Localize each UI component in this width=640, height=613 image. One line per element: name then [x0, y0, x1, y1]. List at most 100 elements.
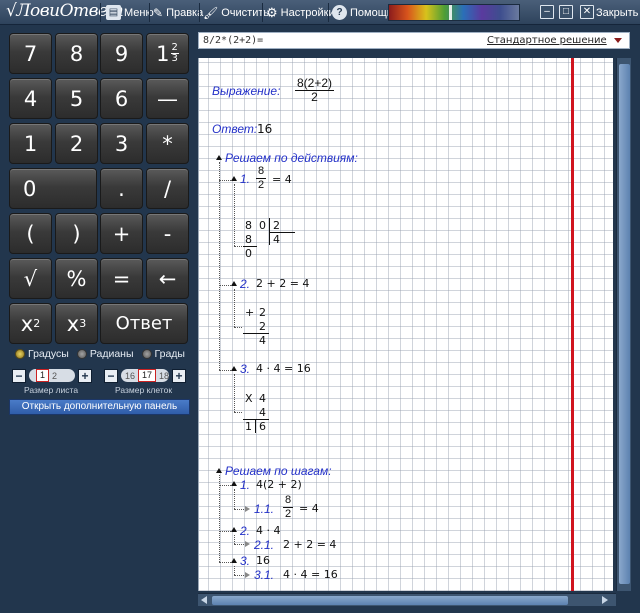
expression-input[interactable]: 8/2*(2+2)= [203, 35, 263, 46]
cell-size-label: Размер клеток [115, 385, 173, 395]
step-3-expression: 16 [256, 554, 270, 567]
collapse-icon[interactable] [231, 527, 237, 532]
multiplication-result-1: 1 [245, 420, 252, 433]
radio-grads[interactable]: Грады [141, 348, 185, 360]
key-7[interactable]: 7 [9, 33, 52, 74]
key-square[interactable]: x2 [9, 303, 52, 344]
chevron-down-icon[interactable] [614, 38, 622, 43]
step-3-1-expression: 4 · 4 = 16 [283, 568, 338, 581]
color-spectrum-bar[interactable] [388, 4, 520, 21]
key-2[interactable]: 2 [55, 123, 98, 164]
key-minus[interactable]: - [146, 213, 189, 254]
key-open-paren[interactable]: ( [9, 213, 52, 254]
horizontal-scrollbar[interactable] [198, 593, 616, 606]
spectrum-marker[interactable] [449, 5, 452, 20]
collapse-icon[interactable] [231, 176, 237, 181]
answer-button[interactable]: Ответ [100, 303, 188, 344]
edit-button[interactable]: ✎ Правка [153, 4, 203, 21]
scroll-right-icon[interactable] [602, 596, 608, 604]
minimize-icon[interactable]: – [540, 5, 554, 19]
settings-button[interactable]: ⚙ Настройки [266, 4, 335, 21]
scroll-left-icon[interactable] [201, 596, 207, 604]
addition-sum: 4 [259, 334, 266, 347]
step-3-number: 3. [240, 554, 251, 568]
open-extra-panel-button[interactable]: Открыть дополнительную панель [9, 399, 190, 415]
key-1[interactable]: 1 [9, 123, 52, 164]
expand-icon[interactable] [245, 506, 250, 512]
collapse-icon[interactable] [231, 558, 237, 563]
radio-degrees[interactable]: Градусы [15, 348, 69, 360]
key-6[interactable]: 6 [100, 78, 143, 119]
key-dot[interactable]: . [100, 168, 143, 209]
tree-line [234, 544, 244, 545]
cell-size-track[interactable]: 16 17 18 [121, 369, 169, 382]
tree-line [219, 475, 220, 562]
help-button[interactable]: ? Помощь [332, 4, 393, 21]
cell-size-decrease[interactable]: − [104, 368, 118, 383]
sheet-size-decrease[interactable]: − [12, 368, 26, 383]
addition-a: 2 [259, 306, 266, 319]
menu-button[interactable]: ▤ Меню [106, 4, 154, 21]
key-close-paren[interactable]: ) [55, 213, 98, 254]
clear-button[interactable]: 🖌 Очистить [203, 4, 269, 21]
action-1-fraction: 82 [256, 165, 267, 191]
key-percent[interactable]: % [55, 258, 98, 299]
tree-line [234, 327, 242, 328]
tree-line [234, 566, 235, 575]
horizontal-scroll-thumb[interactable] [212, 596, 568, 605]
step-1-number: 1. [240, 478, 251, 492]
key-8[interactable]: 8 [55, 33, 98, 74]
step-2-number: 2. [240, 524, 251, 538]
radio-off-icon [141, 349, 152, 359]
sheet-size-track[interactable]: 12 [29, 369, 75, 382]
division-subtrahend: 8 [245, 233, 252, 246]
toolbar-separator [262, 3, 263, 22]
collapse-icon[interactable] [216, 155, 222, 160]
tree-line [219, 531, 231, 532]
solution-mode-select[interactable]: Стандартное решение [487, 35, 607, 46]
key-3[interactable]: 3 [100, 123, 143, 164]
action-3-number: 3. [240, 362, 251, 376]
close-icon[interactable]: ✕ [580, 5, 594, 19]
multiplication-bar [255, 420, 256, 433]
key-fraction-bar[interactable]: — [146, 78, 189, 119]
cell-size-increase[interactable]: + [172, 368, 186, 383]
key-cube[interactable]: x3 [55, 303, 98, 344]
division-dividend: 8 [245, 219, 252, 232]
tree-line [234, 184, 235, 246]
radio-radians[interactable]: Радианы [76, 348, 134, 360]
key-4[interactable]: 4 [9, 78, 52, 119]
expand-icon[interactable] [245, 541, 250, 547]
key-mixed-fraction[interactable]: 123 [146, 33, 189, 74]
collapse-icon[interactable] [231, 281, 237, 286]
vertical-scroll-thumb[interactable] [619, 64, 630, 584]
collapse-icon[interactable] [231, 481, 237, 486]
angle-mode-group: Градусы Радианы Грады [15, 348, 185, 360]
vertical-scrollbar[interactable] [616, 58, 631, 591]
action-2-expression: 2 + 2 = 4 [256, 277, 310, 290]
expand-icon[interactable] [245, 572, 250, 578]
key-multiply[interactable]: * [146, 123, 189, 164]
key-5[interactable]: 5 [55, 78, 98, 119]
step-1-1-fraction: 82 [283, 494, 294, 520]
key-plus[interactable]: + [100, 213, 143, 254]
addition-plus: + [245, 306, 255, 319]
close-button[interactable]: Закрыть [596, 4, 638, 21]
answer-label: Ответ: [212, 122, 258, 136]
collapse-icon[interactable] [231, 366, 237, 371]
collapse-icon[interactable] [216, 468, 222, 473]
sheet-size-control: − 12 + [12, 368, 92, 383]
radio-on-icon [15, 349, 25, 359]
maximize-icon[interactable]: □ [559, 5, 573, 19]
key-divide[interactable]: / [146, 168, 189, 209]
step-2-1-number: 2.1. [254, 538, 275, 552]
division-divisor: 2 [273, 219, 280, 232]
keypad-panel: 7 8 9 123 4 5 6 — 1 2 3 * 0 . / ( ) + - … [0, 27, 196, 613]
key-sqrt[interactable]: √ [9, 258, 52, 299]
key-9[interactable]: 9 [100, 33, 143, 74]
key-backspace[interactable]: ← [146, 258, 189, 299]
toolbar-separator [100, 3, 101, 22]
sheet-size-increase[interactable]: + [78, 368, 92, 383]
key-equals[interactable]: = [100, 258, 143, 299]
key-0[interactable]: 0 [9, 168, 97, 209]
